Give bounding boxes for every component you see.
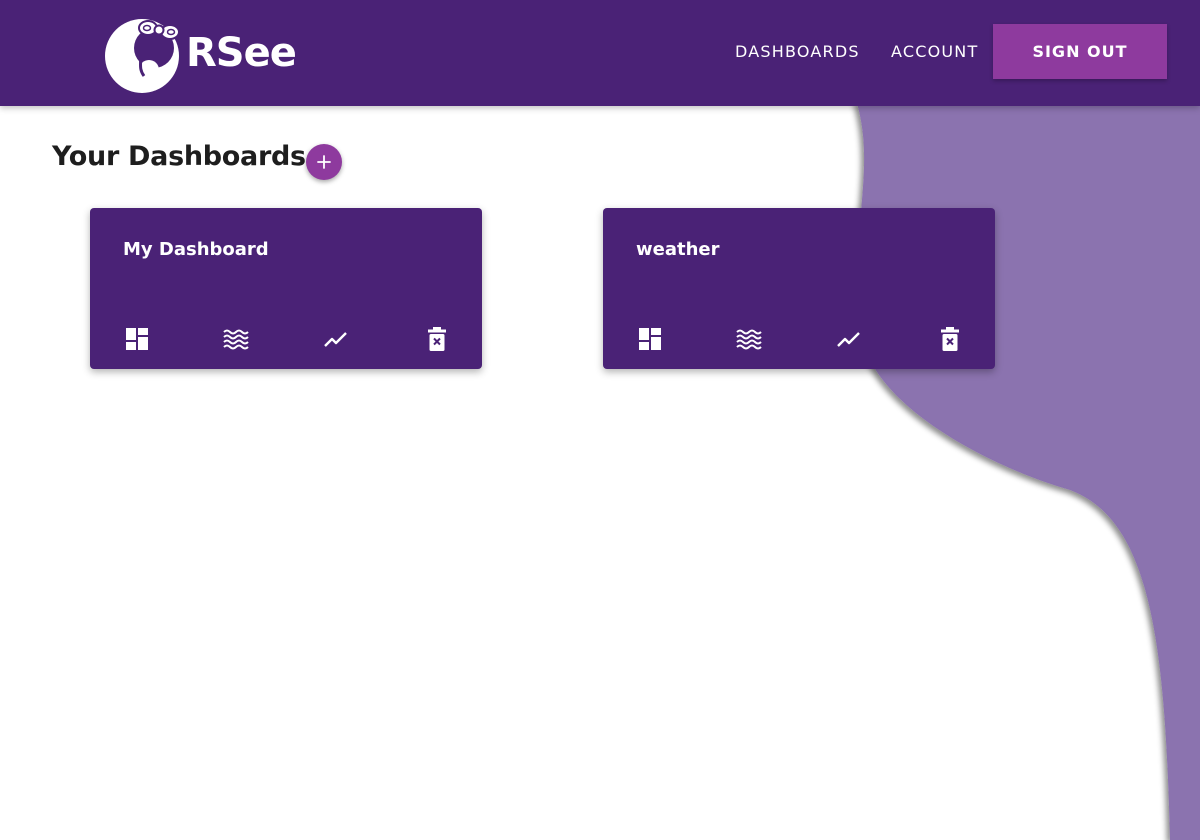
open-dashboard-button[interactable] [637, 326, 663, 352]
dashboard-card-title: My Dashboard [123, 239, 269, 260]
delete-icon [428, 327, 446, 351]
nav-account[interactable]: ACCOUNT [891, 42, 978, 61]
dashboard-card-title: weather [636, 239, 720, 260]
trending-icon [837, 332, 860, 347]
top-app-bar: RSee DASHBOARDS ACCOUNT SIGN OUT [0, 0, 1200, 106]
dashboard-icon [126, 328, 148, 350]
brand-name: RSee [186, 30, 297, 76]
waves-icon [736, 329, 762, 350]
sign-out-button[interactable]: SIGN OUT [993, 24, 1167, 79]
delete-icon [941, 327, 959, 351]
streams-button[interactable] [736, 326, 762, 352]
add-dashboard-button[interactable] [306, 144, 342, 180]
page-title: Your Dashboards [52, 141, 306, 172]
delete-dashboard-button[interactable] [937, 326, 963, 352]
dashboard-card[interactable]: My Dashboard [90, 208, 482, 369]
streams-button[interactable] [223, 326, 249, 352]
open-dashboard-button[interactable] [124, 326, 150, 352]
delete-dashboard-button[interactable] [424, 326, 450, 352]
plus-icon [317, 155, 331, 169]
dashboard-icon [639, 328, 661, 350]
page: RSee DASHBOARDS ACCOUNT SIGN OUT Your Da… [0, 0, 1200, 840]
brand-logo[interactable]: RSee [102, 10, 297, 94]
background-wave [856, 100, 1200, 840]
analytics-button[interactable] [323, 326, 349, 352]
dashboard-card[interactable]: weather [603, 208, 995, 369]
waves-icon [223, 329, 249, 350]
analytics-button[interactable] [836, 326, 862, 352]
nav-dashboards[interactable]: DASHBOARDS [735, 42, 860, 61]
logo-mark-icon [105, 19, 180, 93]
trending-icon [324, 332, 347, 347]
